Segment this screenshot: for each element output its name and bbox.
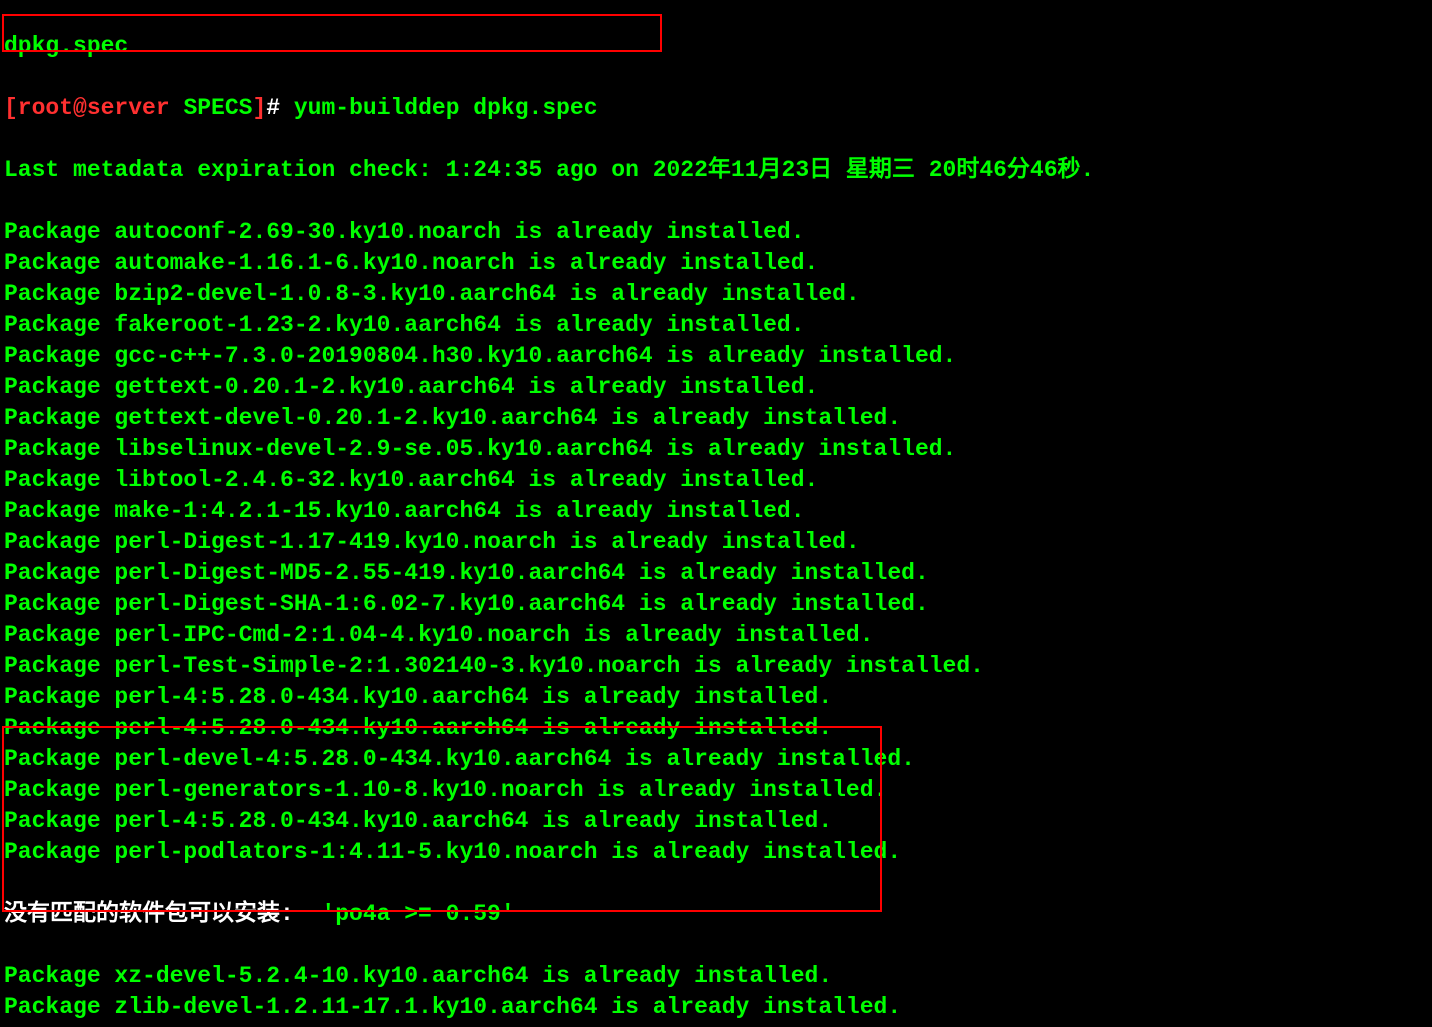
package-line: Package perl-generators-1.10-8.ky10.noar… [4,775,1428,806]
package-line: Package perl-Test-Simple-2:1.302140-3.ky… [4,651,1428,682]
no-match-prefix: 没有匹配的软件包可以安装: [4,901,321,927]
package-line: Package libselinux-devel-2.9-se.05.ky10.… [4,434,1428,465]
metadata-line: Last metadata expiration check: 1:24:35 … [4,155,1428,186]
package-line: Package zlib-devel-1.2.11-17.1.ky10.aarc… [4,992,1428,1023]
package-line: Package automake-1.16.1-6.ky10.noarch is… [4,248,1428,279]
package-line: Package xz-devel-5.2.4-10.ky10.aarch64 i… [4,961,1428,992]
terminal-output[interactable]: dpkg.spec [root@server SPECS]# yum-build… [0,0,1432,1027]
package-line: Package perl-4:5.28.0-434.ky10.aarch64 i… [4,713,1428,744]
command-text: yum-builddep dpkg.spec [294,95,598,121]
package-line: Package perl-Digest-SHA-1:6.02-7.ky10.aa… [4,589,1428,620]
partial-top-line: dpkg.spec [4,31,1428,62]
package-line: Package gcc-c++-7.3.0-20190804.h30.ky10.… [4,341,1428,372]
package-line: Package perl-IPC-Cmd-2:1.04-4.ky10.noarc… [4,620,1428,651]
prompt-bracket: ] [252,95,266,121]
package-line: Package perl-podlators-1:4.11-5.ky10.noa… [4,837,1428,868]
package-line: Package autoconf-2.69-30.ky10.noarch is … [4,217,1428,248]
prompt-path: SPECS [183,95,252,121]
package-line: Package perl-4:5.28.0-434.ky10.aarch64 i… [4,682,1428,713]
prompt-user: [root@server [4,95,183,121]
no-match-line: 没有匹配的软件包可以安装: 'po4a >= 0.59' [4,899,1428,930]
package-line: Package bzip2-devel-1.0.8-3.ky10.aarch64… [4,279,1428,310]
package-line: Package perl-Digest-MD5-2.55-419.ky10.aa… [4,558,1428,589]
package-line: Package perl-Digest-1.17-419.ky10.noarch… [4,527,1428,558]
no-match-value: 'po4a >= 0.59' [321,901,514,927]
package-line: Package make-1:4.2.1-15.ky10.aarch64 is … [4,496,1428,527]
package-line: Package libtool-2.4.6-32.ky10.aarch64 is… [4,465,1428,496]
package-line: Package gettext-0.20.1-2.ky10.aarch64 is… [4,372,1428,403]
prompt-line-1: [root@server SPECS]# yum-builddep dpkg.s… [4,93,1428,124]
package-line: Package perl-devel-4:5.28.0-434.ky10.aar… [4,744,1428,775]
prompt-hash: # [266,95,294,121]
package-line: Package fakeroot-1.23-2.ky10.aarch64 is … [4,310,1428,341]
package-line: Package gettext-devel-0.20.1-2.ky10.aarc… [4,403,1428,434]
package-line: Package perl-4:5.28.0-434.ky10.aarch64 i… [4,806,1428,837]
